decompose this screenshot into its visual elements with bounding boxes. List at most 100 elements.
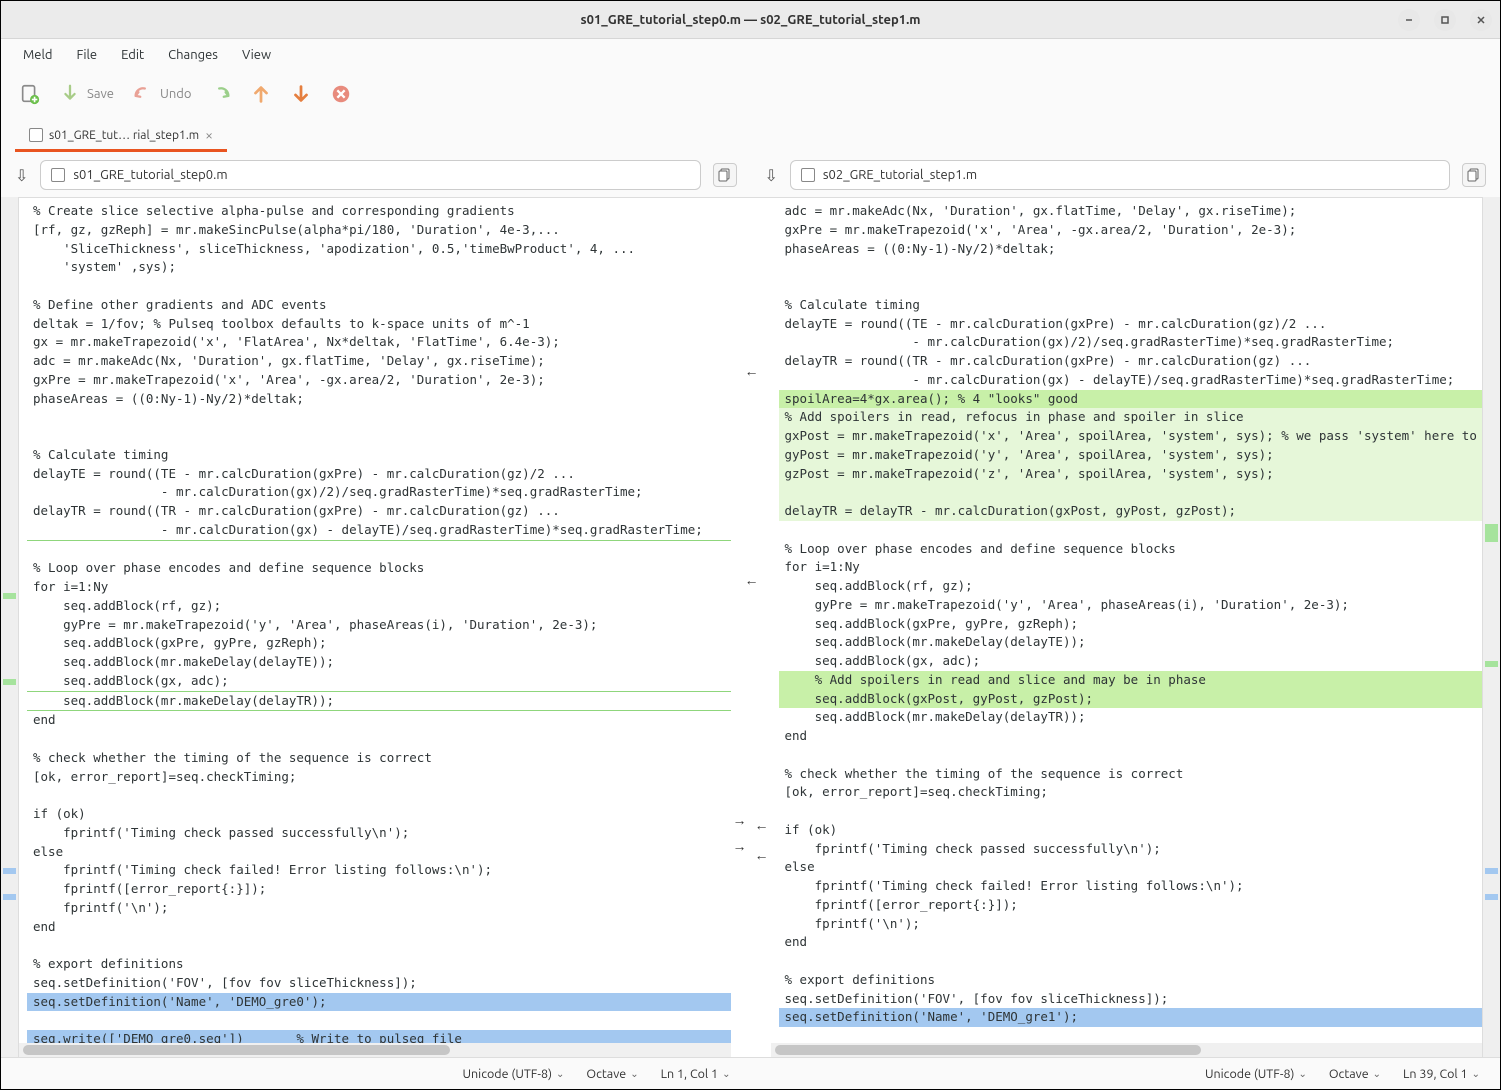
code-line[interactable]: [ok, error_report]=seq.checkTiming; bbox=[27, 768, 731, 787]
code-line[interactable]: % Add spoilers in read, refocus in phase… bbox=[779, 408, 1483, 427]
code-line[interactable] bbox=[27, 936, 731, 955]
right-lang-selector[interactable]: Octave⌄ bbox=[1329, 1067, 1381, 1081]
code-line[interactable]: seq.setDefinition('FOV', [fov fov sliceT… bbox=[779, 990, 1483, 1009]
code-line[interactable]: gxPre = mr.makeTrapezoid('x', 'Area', -g… bbox=[27, 371, 731, 390]
code-line[interactable] bbox=[779, 483, 1483, 502]
code-line[interactable]: [rf, gz, gzReph] = mr.makeSincPulse(alph… bbox=[27, 221, 731, 240]
code-line[interactable]: fprintf('Timing check failed! Error list… bbox=[27, 861, 731, 880]
code-line[interactable]: % Calculate timing bbox=[27, 446, 731, 465]
code-line[interactable]: spoilArea=4*gx.area(); % 4 "looks" good bbox=[779, 390, 1483, 409]
code-line[interactable]: fprintf([error_report{:}]); bbox=[779, 896, 1483, 915]
code-line[interactable]: if (ok) bbox=[27, 805, 731, 824]
code-line[interactable]: fprintf('Timing check failed! Error list… bbox=[779, 877, 1483, 896]
left-file-path[interactable]: s01_GRE_tutorial_step0.m bbox=[40, 160, 700, 190]
right-copy-button[interactable] bbox=[1462, 163, 1486, 187]
maximize-button[interactable] bbox=[1434, 9, 1456, 31]
code-line[interactable]: end bbox=[779, 727, 1483, 746]
undo-button[interactable]: Undo bbox=[132, 83, 192, 105]
code-line[interactable]: delayTR = delayTR - mr.calcDuration(gxPo… bbox=[779, 502, 1483, 521]
left-h-scrollbar[interactable] bbox=[19, 1043, 731, 1057]
next-change-button[interactable] bbox=[290, 83, 312, 105]
menu-edit[interactable]: Edit bbox=[111, 44, 154, 66]
code-line[interactable] bbox=[27, 408, 731, 427]
code-line[interactable]: seq.addBlock(mr.makeDelay(delayTE)); bbox=[779, 633, 1483, 652]
right-h-scrollbar[interactable] bbox=[771, 1043, 1483, 1057]
code-line[interactable]: seq.addBlock(mr.makeDelay(delayTR)); bbox=[27, 691, 731, 712]
code-line[interactable] bbox=[779, 802, 1483, 821]
code-line[interactable]: seq.addBlock(gx, adc); bbox=[27, 672, 731, 691]
code-line[interactable]: gzPost = mr.makeTrapezoid('z', 'Area', s… bbox=[779, 465, 1483, 484]
code-line[interactable]: % Define other gradients and ADC events bbox=[27, 296, 731, 315]
code-line[interactable]: gyPre = mr.makeTrapezoid('y', 'Area', ph… bbox=[779, 596, 1483, 615]
code-line[interactable] bbox=[27, 1011, 731, 1030]
code-line[interactable] bbox=[27, 540, 731, 560]
code-line[interactable]: 'SliceThickness', sliceThickness, 'apodi… bbox=[27, 240, 731, 259]
code-line[interactable] bbox=[779, 258, 1483, 277]
redo-button[interactable] bbox=[210, 83, 232, 105]
code-line[interactable]: fprintf([error_report{:}]); bbox=[27, 880, 731, 899]
code-line[interactable]: seq.addBlock(gxPre, gyPre, gzReph); bbox=[27, 634, 731, 653]
code-line[interactable]: seq.addBlock(mr.makeDelay(delayTE)); bbox=[27, 653, 731, 672]
code-line[interactable]: gxPre = mr.makeTrapezoid('x', 'Area', -g… bbox=[779, 221, 1483, 240]
code-line[interactable]: [ok, error_report]=seq.checkTiming; bbox=[779, 783, 1483, 802]
code-line[interactable]: fprintf('Timing check passed successfull… bbox=[27, 824, 731, 843]
code-line[interactable]: % export definitions bbox=[27, 955, 731, 974]
code-line[interactable]: deltak = 1/fov; % Pulseq toolbox default… bbox=[27, 315, 731, 334]
code-line[interactable]: fprintf('Timing check passed successfull… bbox=[779, 840, 1483, 859]
code-line[interactable]: seq.addBlock(gxPre, gyPre, gzReph); bbox=[779, 615, 1483, 634]
save-button[interactable]: Save bbox=[59, 83, 114, 105]
code-line[interactable]: - mr.calcDuration(gx) - delayTE)/seq.gra… bbox=[27, 521, 731, 540]
code-line[interactable]: % check whether the timing of the sequen… bbox=[27, 749, 731, 768]
code-line[interactable]: else bbox=[779, 858, 1483, 877]
left-code-pane[interactable]: % Create slice selective alpha-pulse and… bbox=[19, 197, 731, 1057]
code-line[interactable]: seq.setDefinition('Name', 'DEMO_gre1'); bbox=[779, 1008, 1483, 1027]
code-line[interactable]: % export definitions bbox=[779, 971, 1483, 990]
code-line[interactable]: delayTE = round((TE - mr.calcDuration(gx… bbox=[27, 465, 731, 484]
new-comparison-button[interactable] bbox=[19, 83, 41, 105]
code-line[interactable]: - mr.calcDuration(gx)/2)/seq.gradRasterT… bbox=[779, 333, 1483, 352]
code-line[interactable]: phaseAreas = ((0:Ny-1)-Ny/2)*deltak; bbox=[27, 390, 731, 409]
code-line[interactable]: gyPre = mr.makeTrapezoid('y', 'Area', ph… bbox=[27, 616, 731, 635]
prev-change-button[interactable] bbox=[250, 83, 272, 105]
code-line[interactable]: end bbox=[779, 933, 1483, 952]
code-line[interactable] bbox=[27, 427, 731, 446]
right-code-pane[interactable]: adc = mr.makeAdc(Nx, 'Duration', gx.flat… bbox=[771, 197, 1483, 1057]
menu-meld[interactable]: Meld bbox=[13, 44, 62, 66]
code-line[interactable]: adc = mr.makeAdc(Nx, 'Duration', gx.flat… bbox=[27, 352, 731, 371]
left-lang-selector[interactable]: Octave⌄ bbox=[586, 1067, 638, 1081]
code-line[interactable]: else bbox=[27, 843, 731, 862]
code-line[interactable]: seq.addBlock(gxPost, gyPost, gzPost); bbox=[779, 690, 1483, 709]
code-line[interactable]: if (ok) bbox=[779, 821, 1483, 840]
left-cursor-pos[interactable]: Ln 1, Col 1⌄ bbox=[661, 1067, 731, 1081]
left-file-menu-icon[interactable]: ⇩ bbox=[15, 166, 28, 185]
code-line[interactable]: gxPost = mr.makeTrapezoid('x', 'Area', s… bbox=[779, 427, 1483, 446]
minimize-button[interactable] bbox=[1398, 9, 1420, 31]
menu-file[interactable]: File bbox=[66, 44, 107, 66]
code-line[interactable] bbox=[27, 730, 731, 749]
code-line[interactable]: seq.setDefinition('Name', 'DEMO_gre0'); bbox=[27, 993, 731, 1012]
code-line[interactable]: % Loop over phase encodes and define seq… bbox=[779, 540, 1483, 559]
code-line[interactable]: seq.addBlock(gx, adc); bbox=[779, 652, 1483, 671]
menu-view[interactable]: View bbox=[232, 44, 281, 66]
code-line[interactable]: 'system' ,sys); bbox=[27, 258, 731, 277]
code-line[interactable]: % Calculate timing bbox=[779, 296, 1483, 315]
right-file-path[interactable]: s02_GRE_tutorial_step1.m bbox=[790, 160, 1450, 190]
code-line[interactable]: seq.setDefinition('FOV', [fov fov sliceT… bbox=[27, 974, 731, 993]
code-line[interactable] bbox=[27, 277, 731, 296]
right-encoding-selector[interactable]: Unicode (UTF-8)⌄ bbox=[1205, 1067, 1307, 1081]
code-line[interactable]: delayTR = round((TR - mr.calcDuration(gx… bbox=[779, 352, 1483, 371]
right-cursor-pos[interactable]: Ln 39, Col 1⌄ bbox=[1403, 1067, 1480, 1081]
code-line[interactable]: for i=1:Ny bbox=[27, 578, 731, 597]
code-line[interactable]: - mr.calcDuration(gx) - delayTE)/seq.gra… bbox=[779, 371, 1483, 390]
code-line[interactable]: end bbox=[27, 711, 731, 730]
right-overview-gutter[interactable] bbox=[1482, 197, 1500, 1057]
left-copy-button[interactable] bbox=[713, 163, 737, 187]
code-line[interactable]: seq.addBlock(rf, gz); bbox=[779, 577, 1483, 596]
code-line[interactable]: adc = mr.makeAdc(Nx, 'Duration', gx.flat… bbox=[779, 202, 1483, 221]
comparison-tab[interactable]: s01_GRE_tut… rial_step1.m × bbox=[15, 119, 227, 152]
close-button[interactable] bbox=[1470, 9, 1492, 31]
code-line[interactable] bbox=[27, 786, 731, 805]
left-overview-gutter[interactable] bbox=[1, 197, 19, 1057]
code-line[interactable]: delayTR = round((TR - mr.calcDuration(gx… bbox=[27, 502, 731, 521]
menu-changes[interactable]: Changes bbox=[158, 44, 228, 66]
